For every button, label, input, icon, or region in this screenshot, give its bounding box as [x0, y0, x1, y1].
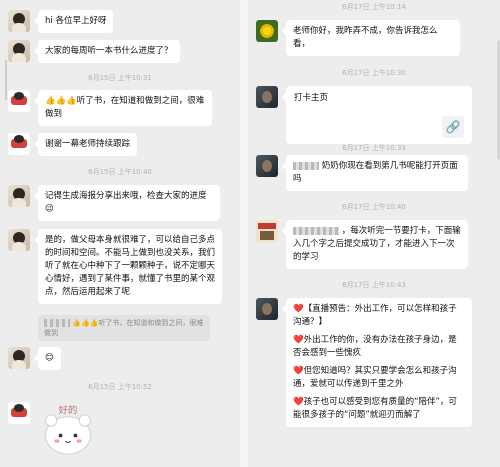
message-row: hi 各位早上好呀: [8, 10, 114, 33]
message-row: [8, 402, 30, 424]
left-chat-panel: hi 各位早上好呀 大家的每周听一本书什么进度了？ 6月15日 上午10:31 …: [0, 0, 240, 467]
avatar[interactable]: [8, 229, 30, 251]
redacted-name: [44, 319, 70, 327]
message-row: 奶奶你现在看到第几书呢能打开页面吗: [256, 155, 492, 191]
avatar[interactable]: [8, 40, 30, 62]
message-bubble[interactable]: ，每次听完一节要打卡，下面输入几个字之后提交成功了，才能进入下一次的学习: [282, 220, 468, 269]
sticker-caption: 好的: [59, 404, 78, 416]
avatar[interactable]: [256, 86, 278, 108]
message-paragraph: ❤️外出工作的你，没有办法在孩子身边，是否会感到一些愧疚: [293, 335, 457, 358]
timestamp: 6月15日 上午10:40: [88, 168, 152, 176]
avatar[interactable]: [8, 133, 30, 155]
avatar[interactable]: [8, 402, 30, 424]
message-row: 记得生成海报分享出来哦，检查大家的进度😉: [8, 185, 233, 221]
timestamp: 6月17日 上午10:33: [342, 144, 406, 152]
timestamp: 6月15日 上午10:31: [88, 74, 152, 82]
message-paragraph: ❤️但您知道吗？其实只要学会怎么和孩子沟通，爱就可以传递到千里之外: [293, 366, 457, 389]
message-row: 老师你好，我昨弄不成，你告诉我怎么看，: [256, 20, 492, 56]
message-row: 谢谢一幕老师持续跟踪: [8, 133, 138, 156]
avatar[interactable]: [8, 347, 30, 369]
quoted-message[interactable]: 👍👍👍听了书，在知道和做到之间，很难做到: [38, 315, 210, 341]
message-bubble[interactable]: 记得生成海报分享出来哦，检查大家的进度😉: [34, 185, 220, 221]
message-bubble[interactable]: 大家的每周听一本书什么进度了？: [34, 40, 180, 63]
link-icon: 🔗: [442, 116, 464, 138]
message-row: 大家的每周听一本书什么进度了？: [8, 40, 233, 63]
bear-sticker[interactable]: 好的: [40, 400, 96, 456]
message-paragraph: ❤️孩子也可以感受到您有质量的“陪伴”，可能很多孩子的“问题”就迎刃而解了: [293, 397, 457, 420]
redacted-name: [293, 161, 319, 170]
message-row: 打卡主页 🔗: [256, 86, 492, 144]
timestamp: 6月15日 上午10:52: [88, 383, 152, 391]
panel-divider: [240, 0, 248, 467]
redacted-name: [293, 226, 339, 235]
message-paragraph: ❤️【直播预告：外出工作，可以怎样和孩子沟通？】: [293, 304, 457, 327]
message-bubble[interactable]: 👍👍👍听了书，在知道和做到之间，很难做到: [34, 90, 212, 126]
message-row: ，每次听完一节要打卡，下面输入几个字之后提交成功了，才能进入下一次的学习: [256, 220, 492, 269]
message-bubble[interactable]: 谢谢一幕老师持续跟踪: [33, 133, 138, 156]
avatar[interactable]: [8, 90, 30, 112]
message-row: ❤️【直播预告：外出工作，可以怎样和孩子沟通？】 ❤️外出工作的你，没有办法在孩…: [256, 298, 492, 427]
timestamp: 6月17日 上午10:30: [342, 69, 406, 77]
message-bubble[interactable]: 奶奶你现在看到第几书呢能打开页面吗: [282, 155, 468, 191]
message-bubble[interactable]: 是的，做父母本身就很难了，可以给自己多点的时间和空间。不能马上做到也没关系，我们…: [34, 229, 222, 304]
message-bubble[interactable]: ❤️【直播预告：外出工作，可以怎样和孩子沟通？】 ❤️外出工作的你，没有办法在孩…: [282, 298, 472, 427]
right-chat-panel: 6月17日 上午10:14 老师你好，我昨弄不成，你告诉我怎么看， 6月17日 …: [248, 0, 500, 467]
timestamp: 6月17日 上午10:14: [342, 3, 406, 11]
timestamp: 6月17日 上午10:40: [342, 203, 406, 211]
avatar[interactable]: [256, 20, 278, 42]
message-row: 是的，做父母本身就很难了，可以给自己多点的时间和空间。不能马上做到也没关系，我们…: [8, 229, 233, 304]
message-row: 👍👍👍听了书，在知道和做到之间，很难做到: [8, 90, 233, 126]
message-row: 😊: [8, 347, 61, 370]
avatar[interactable]: [256, 298, 278, 320]
avatar[interactable]: [256, 155, 278, 177]
avatar[interactable]: [256, 220, 278, 242]
timestamp: 6月17日 上午10:43: [342, 281, 406, 289]
link-card[interactable]: 打卡主页 🔗: [282, 86, 472, 144]
message-bubble[interactable]: hi 各位早上好呀: [33, 10, 114, 33]
avatar[interactable]: [8, 10, 30, 32]
avatar[interactable]: [8, 185, 30, 207]
link-title: 打卡主页: [294, 93, 329, 103]
message-bubble[interactable]: 老师你好，我昨弄不成，你告诉我怎么看，: [282, 20, 460, 56]
message-bubble[interactable]: 😊: [34, 347, 61, 370]
